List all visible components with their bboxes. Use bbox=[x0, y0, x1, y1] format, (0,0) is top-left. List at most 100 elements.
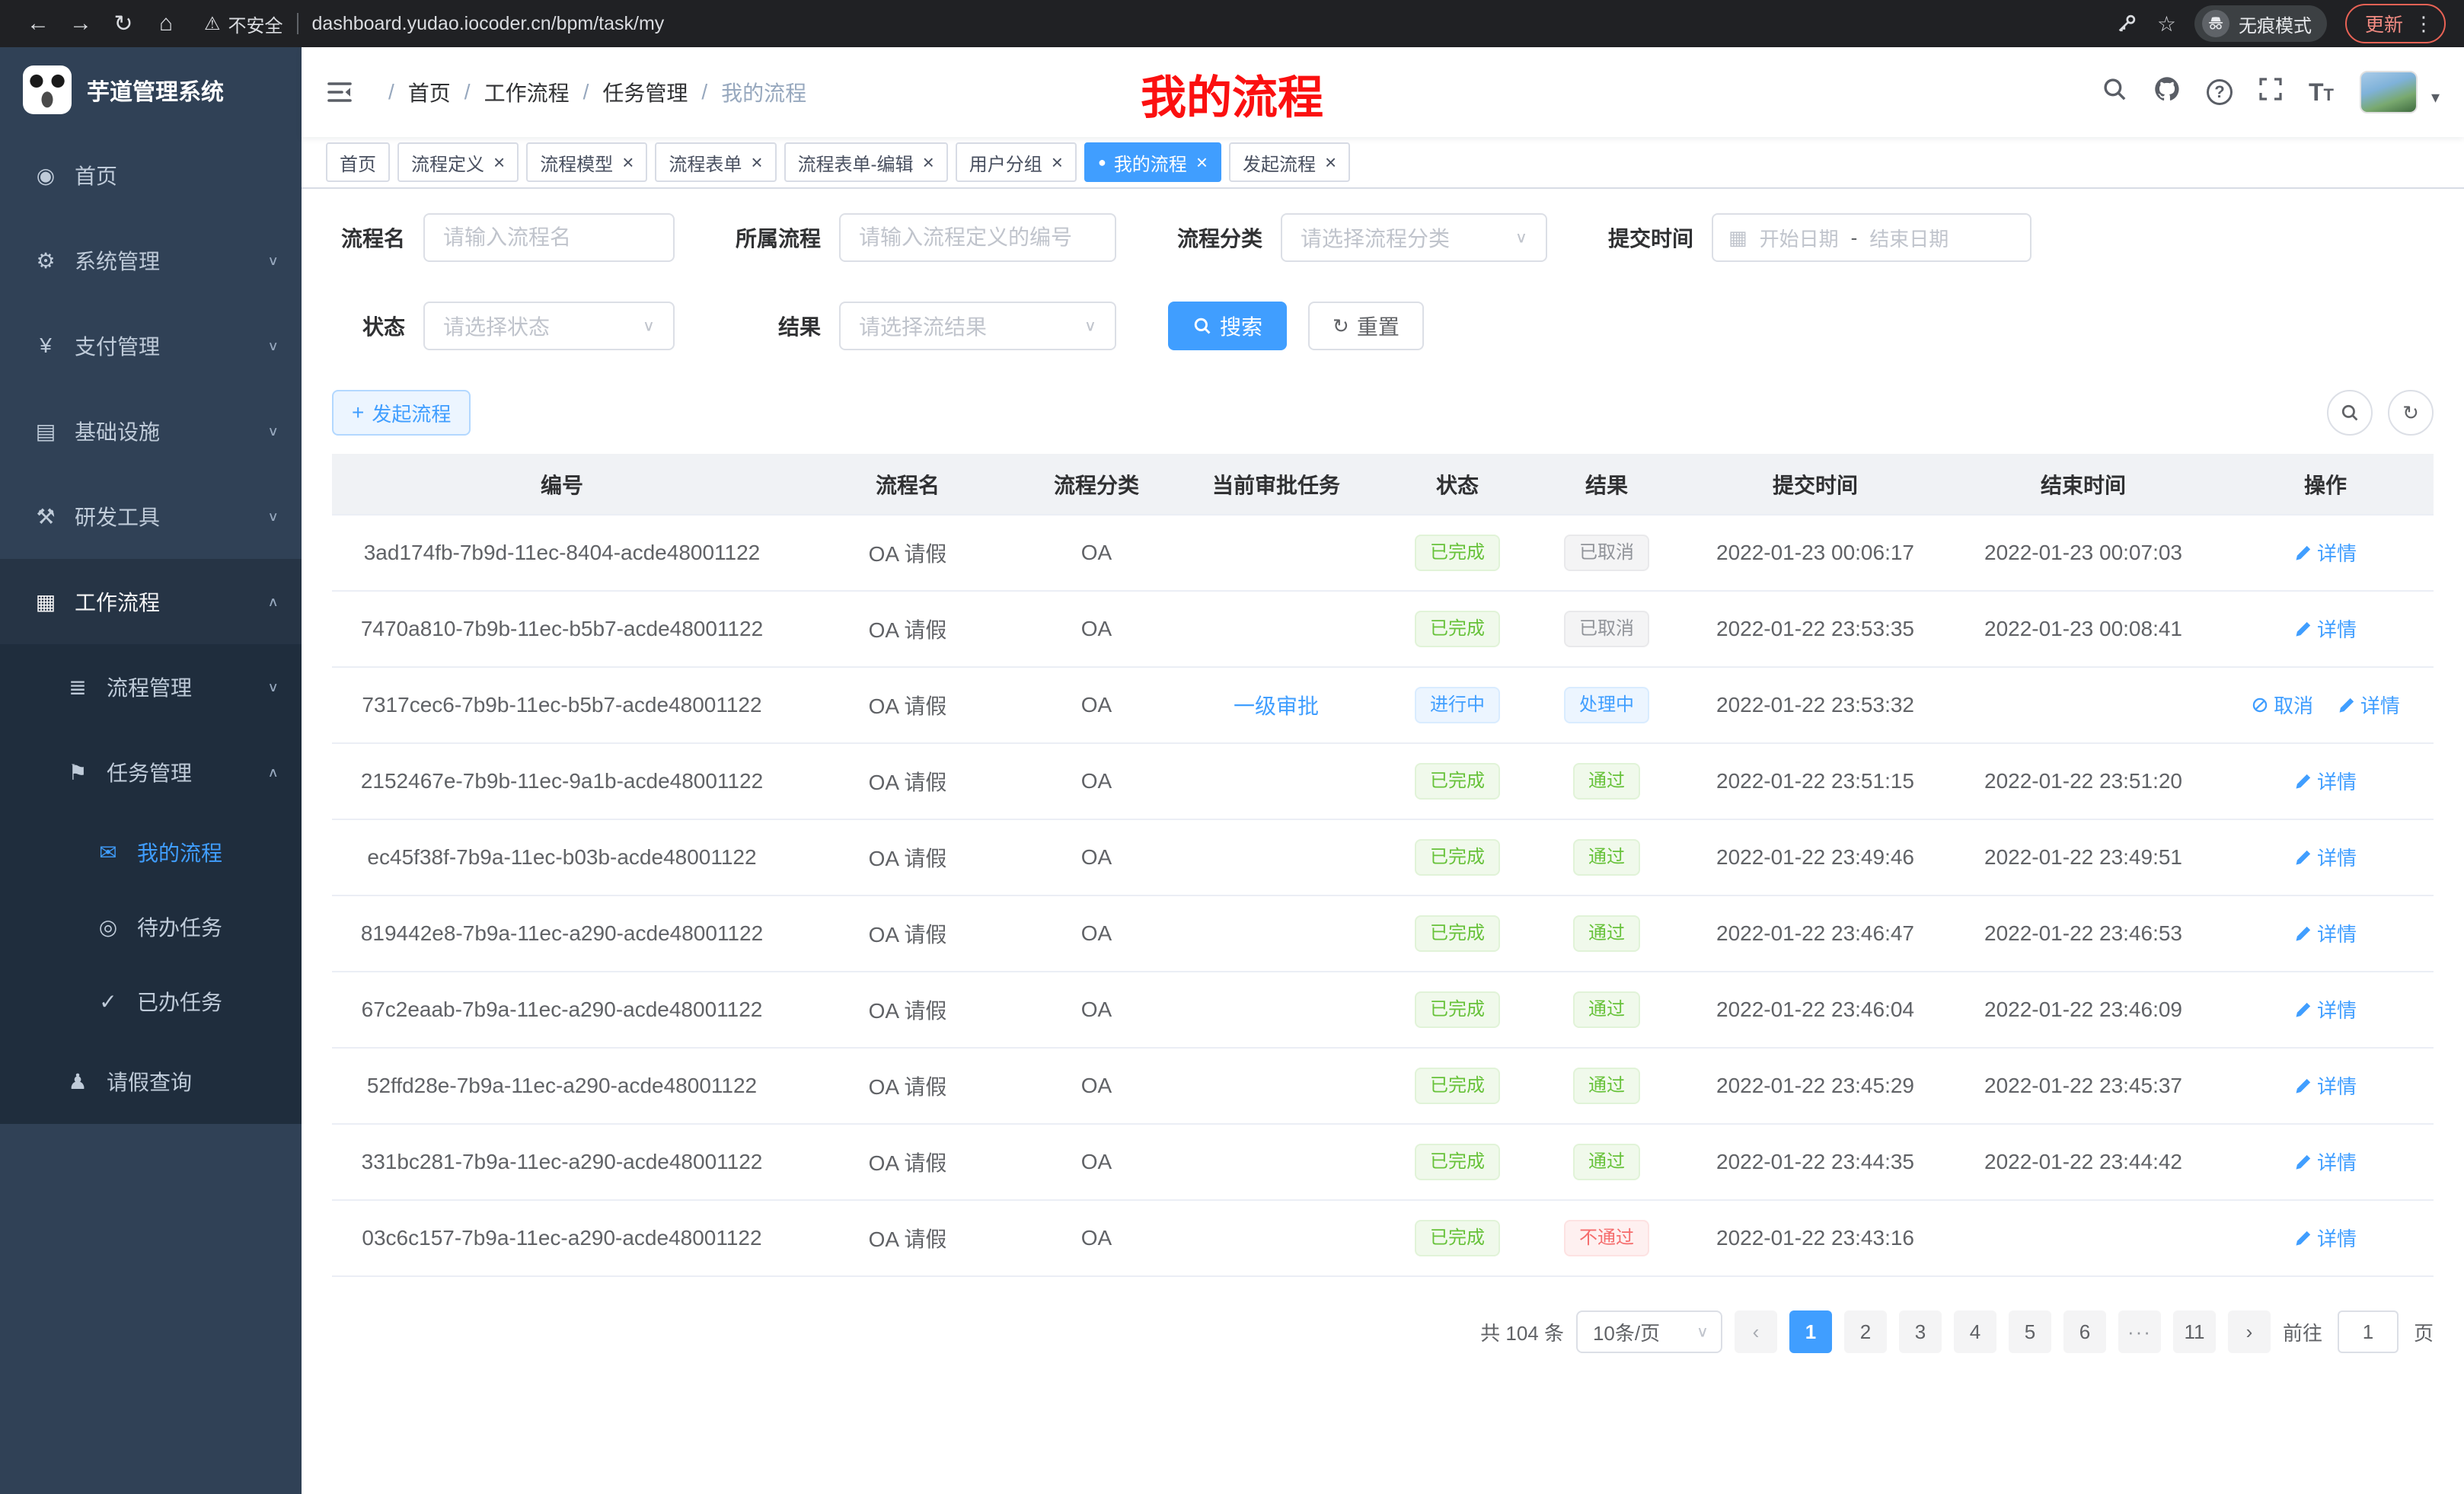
help-icon[interactable]: ? bbox=[2207, 79, 2233, 105]
status-select[interactable]: 请选择状态 ∨ bbox=[423, 302, 675, 350]
reset-button[interactable]: ↻ 重置 bbox=[1308, 302, 1424, 350]
detail-link[interactable]: 详情 bbox=[2294, 1148, 2357, 1176]
detail-link[interactable]: 详情 bbox=[2338, 691, 2400, 719]
pagination: 共 104 条 10条/页 ∨ ‹ 1 2 3 bbox=[332, 1310, 2434, 1353]
forward-icon[interactable]: → bbox=[61, 5, 101, 42]
next-page-button[interactable]: › bbox=[2228, 1310, 2271, 1353]
cancel-link[interactable]: 取消 bbox=[2251, 691, 2313, 719]
close-icon[interactable]: × bbox=[1196, 151, 1208, 174]
close-icon[interactable]: × bbox=[751, 151, 762, 174]
tag-view-tab[interactable]: ● 流程表单-编辑 × bbox=[784, 142, 948, 182]
kebab-menu-icon[interactable]: ⋮ bbox=[2414, 12, 2434, 36]
font-size-icon[interactable]: TT bbox=[2309, 78, 2334, 107]
github-icon[interactable] bbox=[2153, 75, 2181, 109]
sidebar-item[interactable]: ✓ 已办任务 bbox=[0, 964, 302, 1039]
process-name-input[interactable] bbox=[423, 213, 675, 262]
page-button[interactable]: ··· bbox=[2118, 1310, 2161, 1353]
tag-view-tab[interactable]: ● 流程定义 × bbox=[397, 142, 519, 182]
process-icon: ≣ bbox=[64, 675, 91, 700]
sidebar-item[interactable]: ▤ 基础设施 ∨ bbox=[0, 388, 302, 474]
app-logo[interactable]: 芋道管理系统 bbox=[0, 47, 302, 132]
close-icon[interactable]: × bbox=[622, 151, 634, 174]
sidebar-item[interactable]: ▦ 工作流程 ∧ bbox=[0, 559, 302, 644]
detail-link[interactable]: 详情 bbox=[2294, 919, 2357, 947]
page-button[interactable]: 4 bbox=[1954, 1310, 1996, 1353]
process-category-select[interactable]: 请选择流程分类 ∨ bbox=[1281, 213, 1547, 262]
key-icon[interactable] bbox=[2115, 11, 2139, 36]
table-header-cell: 当前审批任务 bbox=[1170, 454, 1383, 515]
tag-view-tab[interactable]: ● 用户分组 × bbox=[956, 142, 1077, 182]
reload-icon[interactable]: ↻ bbox=[104, 5, 143, 42]
tag-view-tab[interactable]: ● 流程表单 × bbox=[655, 142, 776, 182]
sidebar-item[interactable]: ⚒ 研发工具 ∨ bbox=[0, 474, 302, 559]
sidebar-item[interactable]: ≣ 流程管理 ∨ bbox=[0, 644, 302, 729]
current-task-cell bbox=[1170, 515, 1383, 591]
breadcrumb-item[interactable]: / 工作流程 bbox=[451, 77, 570, 107]
tag-view-tab[interactable]: ● 首页 × bbox=[326, 142, 390, 182]
sidebar-item[interactable]: ◉ 首页 bbox=[0, 132, 302, 218]
process-category-cell: OA bbox=[1023, 667, 1170, 743]
breadcrumb-item[interactable]: / 首页 bbox=[375, 77, 451, 107]
address-bar[interactable]: ⚠ 不安全 dashboard.yudao.iocoder.cn/bpm/tas… bbox=[204, 11, 2111, 37]
close-icon[interactable]: × bbox=[493, 151, 505, 174]
page-button[interactable]: 5 bbox=[2009, 1310, 2051, 1353]
search-icon[interactable] bbox=[2102, 76, 2127, 108]
fullscreen-icon[interactable] bbox=[2258, 77, 2283, 107]
search-button[interactable]: 搜索 bbox=[1168, 302, 1287, 350]
page-button[interactable]: 11 bbox=[2173, 1310, 2216, 1353]
prev-page-button[interactable]: ‹ bbox=[1735, 1310, 1777, 1353]
actions-cell: 详情 bbox=[2217, 1124, 2434, 1200]
sidebar-item[interactable]: ♟ 请假查询 bbox=[0, 1039, 302, 1124]
toggle-search-button[interactable] bbox=[2327, 390, 2373, 436]
detail-link[interactable]: 详情 bbox=[2294, 615, 2357, 643]
tag-view-tab[interactable]: ● 发起流程 × bbox=[1229, 142, 1350, 182]
window-body: 芋道管理系统 ◉ 首页 ⚙ 系统管理 ∨ bbox=[0, 47, 2464, 1494]
process-name-cell: OA 请假 bbox=[792, 895, 1023, 972]
page-button[interactable]: 1 bbox=[1789, 1310, 1832, 1353]
avatar-caret-icon[interactable]: ▾ bbox=[2431, 88, 2440, 113]
sidebar-toggle-icon[interactable] bbox=[326, 80, 353, 104]
result-cell: 通过 bbox=[1532, 972, 1681, 1048]
breadcrumb-item[interactable]: / 任务管理 bbox=[570, 77, 688, 107]
url-text[interactable]: dashboard.yudao.iocoder.cn/bpm/task/my bbox=[312, 13, 665, 35]
filter-row-1: 流程名 所属流程 流程分类 请选择流程分类 ∨ bbox=[332, 213, 2434, 262]
sidebar-item[interactable]: ¥ 支付管理 ∨ bbox=[0, 303, 302, 388]
page-button[interactable]: 3 bbox=[1899, 1310, 1942, 1353]
detail-link[interactable]: 详情 bbox=[2294, 1224, 2357, 1252]
close-icon[interactable]: × bbox=[1052, 151, 1063, 174]
security-chip[interactable]: ⚠ 不安全 bbox=[204, 11, 283, 37]
process-id-cell: 52ffd28e-7b9a-11ec-a290-acde48001122 bbox=[332, 1048, 792, 1124]
detail-link[interactable]: 详情 bbox=[2294, 843, 2357, 871]
update-button[interactable]: 更新 ⋮ bbox=[2345, 4, 2446, 43]
sidebar-item[interactable]: ✉ 我的流程 bbox=[0, 815, 302, 889]
breadcrumb-item[interactable]: / 我的流程 bbox=[688, 77, 806, 107]
sidebar-item[interactable]: ⚙ 系统管理 ∨ bbox=[0, 218, 302, 303]
back-icon[interactable]: ← bbox=[18, 5, 58, 42]
tag-view-tab[interactable]: ● 流程模型 × bbox=[526, 142, 647, 182]
page-button[interactable]: 6 bbox=[2063, 1310, 2106, 1353]
submit-time-cell: 2022-01-22 23:44:35 bbox=[1681, 1124, 1949, 1200]
goto-page-input[interactable] bbox=[2338, 1310, 2399, 1353]
tag-view-tab[interactable]: ● 我的流程 × bbox=[1084, 142, 1221, 182]
sidebar-item[interactable]: ⚑ 任务管理 ∧ bbox=[0, 729, 302, 815]
home-icon[interactable]: ⌂ bbox=[146, 5, 186, 42]
close-icon[interactable]: × bbox=[1325, 151, 1336, 174]
detail-link[interactable]: 详情 bbox=[2294, 995, 2357, 1023]
sidebar-item[interactable]: ◎ 待办任务 bbox=[0, 889, 302, 964]
detail-link[interactable]: 详情 bbox=[2294, 767, 2357, 795]
table-header-row: 编号流程名流程分类当前审批任务状态结果提交时间结束时间操作 bbox=[332, 454, 2434, 515]
page-size-select[interactable]: 10条/页 ∨ bbox=[1576, 1310, 1722, 1353]
process-definition-input[interactable] bbox=[839, 213, 1116, 262]
bookmark-star-icon[interactable]: ☆ bbox=[2157, 11, 2176, 37]
create-process-button[interactable]: + 发起流程 bbox=[332, 390, 471, 436]
detail-link[interactable]: 详情 bbox=[2294, 1071, 2357, 1100]
page-button[interactable]: 2 bbox=[1844, 1310, 1887, 1353]
close-icon[interactable]: × bbox=[923, 151, 934, 174]
result-select[interactable]: 请选择流结果 ∨ bbox=[839, 302, 1116, 350]
table-row: 7317cec6-7b9b-11ec-b5b7-acde48001122 OA … bbox=[332, 667, 2434, 743]
current-task-link[interactable]: 一级审批 bbox=[1234, 690, 1319, 720]
refresh-table-button[interactable]: ↻ bbox=[2388, 390, 2434, 436]
detail-link[interactable]: 详情 bbox=[2294, 538, 2357, 567]
submit-time-range-picker[interactable]: ▦ 开始日期 - 结束日期 bbox=[1712, 213, 2032, 262]
avatar[interactable] bbox=[2360, 71, 2418, 113]
